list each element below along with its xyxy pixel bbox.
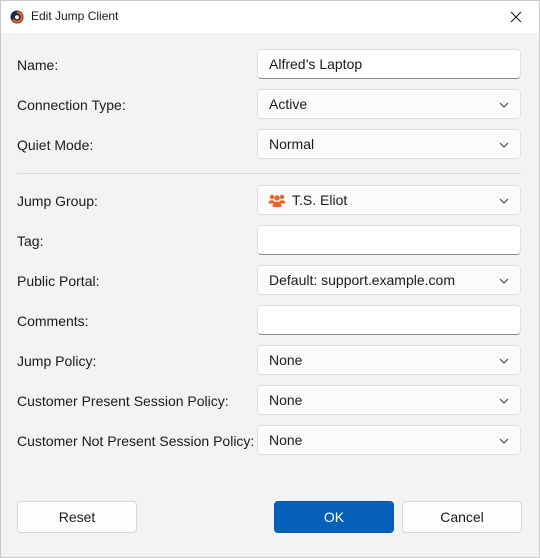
chevron-down-icon	[499, 438, 509, 444]
customer-not-present-session-policy-dropdown[interactable]: None	[257, 425, 521, 455]
edit-jump-client-dialog: Edit Jump Client Name: Alfred’s Laptop C…	[0, 0, 540, 558]
customer-present-session-policy-row: Customer Present Session Policy: None	[1, 385, 539, 417]
name-value: Alfred’s Laptop	[269, 56, 363, 72]
connection-type-label: Connection Type:	[17, 97, 126, 113]
reset-button[interactable]: Reset	[17, 501, 137, 533]
cancel-button[interactable]: Cancel	[402, 501, 522, 533]
window-title: Edit Jump Client	[31, 9, 119, 23]
quiet-mode-label: Quiet Mode:	[17, 137, 94, 153]
customer-not-present-session-policy-row: Customer Not Present Session Policy: Non…	[1, 425, 539, 457]
jump-client-app-icon	[10, 10, 24, 24]
jump-policy-row: Jump Policy: None	[1, 345, 539, 377]
quiet-mode-dropdown[interactable]: Normal	[257, 129, 521, 159]
name-input[interactable]: Alfred’s Laptop	[257, 49, 521, 79]
quiet-mode-row: Quiet Mode: Normal	[1, 129, 539, 161]
customer-present-session-policy-dropdown[interactable]: None	[257, 385, 521, 415]
connection-type-value: Active	[269, 96, 308, 112]
tag-input[interactable]	[257, 225, 521, 255]
group-icon	[268, 194, 286, 207]
close-button[interactable]	[493, 1, 539, 33]
public-portal-value: Default: support.example.com	[269, 272, 455, 288]
comments-input[interactable]	[257, 305, 521, 335]
title-bar: Edit Jump Client	[1, 1, 539, 33]
jump-group-label: Jump Group:	[17, 193, 98, 209]
chevron-down-icon	[499, 102, 509, 108]
customer-present-session-policy-value: None	[269, 392, 303, 408]
tag-row: Tag:	[1, 225, 539, 257]
name-row: Name: Alfred’s Laptop	[1, 49, 539, 81]
chevron-down-icon	[499, 278, 509, 284]
public-portal-label: Public Portal:	[17, 273, 100, 289]
dialog-content: Name: Alfred’s Laptop Connection Type: A…	[1, 33, 539, 557]
connection-type-dropdown[interactable]: Active	[257, 89, 521, 119]
jump-policy-value: None	[269, 352, 303, 368]
customer-not-present-session-policy-value: None	[269, 432, 303, 448]
chevron-down-icon	[499, 198, 509, 204]
section-divider	[17, 173, 521, 174]
jump-policy-label: Jump Policy:	[17, 353, 97, 369]
jump-group-value: T.S. Eliot	[292, 192, 348, 208]
connection-type-row: Connection Type: Active	[1, 89, 539, 121]
jump-policy-dropdown[interactable]: None	[257, 345, 521, 375]
customer-not-present-session-policy-label: Customer Not Present Session Policy:	[17, 433, 255, 449]
close-icon	[510, 11, 522, 23]
customer-present-session-policy-label: Customer Present Session Policy:	[17, 393, 229, 409]
chevron-down-icon	[499, 358, 509, 364]
ok-button[interactable]: OK	[274, 501, 394, 533]
comments-row: Comments:	[1, 305, 539, 337]
comments-label: Comments:	[17, 313, 89, 329]
public-portal-dropdown[interactable]: Default: support.example.com	[257, 265, 521, 295]
jump-group-row: Jump Group: T.S. Eliot	[1, 185, 539, 217]
name-label: Name:	[17, 57, 59, 73]
chevron-down-icon	[499, 142, 509, 148]
quiet-mode-value: Normal	[269, 136, 315, 152]
jump-group-dropdown[interactable]: T.S. Eliot	[257, 185, 521, 215]
public-portal-row: Public Portal: Default: support.example.…	[1, 265, 539, 297]
tag-label: Tag:	[17, 233, 44, 249]
chevron-down-icon	[499, 398, 509, 404]
